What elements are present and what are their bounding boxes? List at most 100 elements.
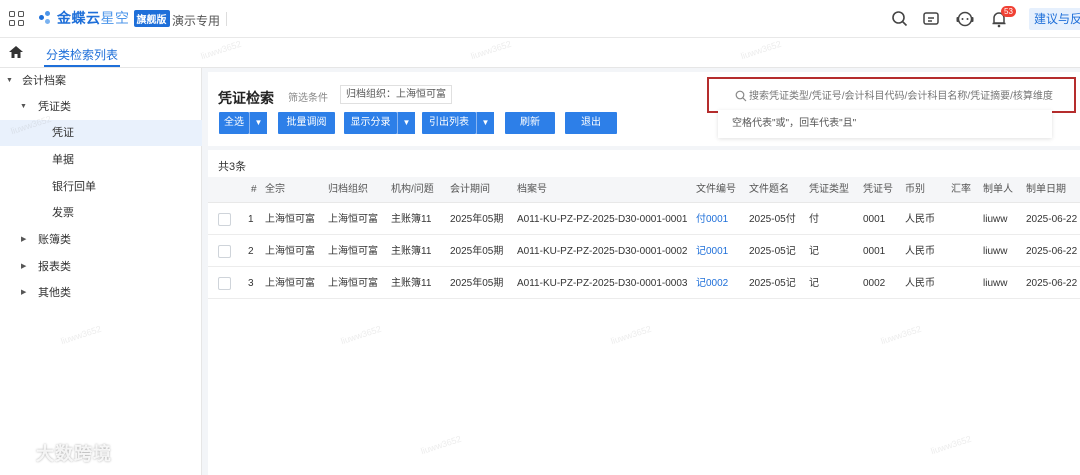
refresh-button[interactable]: 刷新 (505, 112, 555, 134)
cell-voucher-no: 0002 (863, 278, 886, 289)
table-row[interactable]: 2 上海恒可富 上海恒可富 主账簿11 2025年05期 A011-KU-PZ-… (208, 236, 1080, 267)
tree-item-invoice[interactable]: 发票 (0, 200, 202, 226)
column-header[interactable]: 制单日期 (1026, 177, 1066, 203)
tree-item-report-class[interactable]: ▶ 报表类 (0, 254, 202, 280)
caret-right-icon[interactable]: ▶ (21, 280, 26, 306)
table-row[interactable]: 3 上海恒可富 上海恒可富 主账簿11 2025年05期 A011-KU-PZ-… (208, 268, 1080, 299)
search-icon[interactable] (890, 9, 910, 29)
cell-file-no-link[interactable]: 记0002 (696, 268, 728, 299)
caret-right-icon[interactable]: ▶ (21, 227, 26, 253)
home-icon[interactable] (8, 45, 24, 59)
cell-file-no-link[interactable]: 记0001 (696, 236, 728, 267)
tree-item-other-class[interactable]: ▶ 其他类 (0, 280, 202, 306)
logo[interactable]: 金蝶云 星空 旗舰版 (38, 8, 170, 28)
cell-voucher-no: 0001 (863, 214, 886, 225)
divider (226, 12, 227, 26)
cell-index: 3 (248, 278, 254, 289)
column-header[interactable]: 归档组织 (328, 177, 368, 203)
caret-down-icon[interactable]: ▼ (6, 68, 13, 94)
tree-item-voucher-class[interactable]: ▼ 凭证类 (0, 94, 202, 120)
search-icon (735, 90, 747, 102)
column-header[interactable]: 凭证号 (863, 177, 893, 203)
message-icon[interactable] (921, 9, 941, 29)
column-header[interactable]: 机构/问题 (391, 177, 434, 203)
row-checkbox[interactable] (218, 213, 231, 226)
column-header[interactable]: 会计期间 (450, 177, 490, 203)
tab-bar: 分类检索列表 (0, 38, 1080, 68)
caret-right-icon[interactable]: ▶ (21, 254, 26, 280)
tree-item-label: 银行回单 (52, 181, 96, 193)
edition-badge: 旗舰版 (133, 9, 170, 27)
column-header[interactable]: 制单人 (983, 177, 1013, 203)
cell-fonds: 上海恒可富 (265, 246, 315, 257)
cell-archive-org: 上海恒可富 (328, 246, 378, 257)
select-all-button[interactable]: 全选 (219, 112, 249, 134)
column-header[interactable]: 全宗 (265, 177, 285, 203)
cell-archive-no: A011-KU-PZ-PZ-2025-D30-0001-0001 (517, 214, 688, 225)
tab-classified-search[interactable]: 分类检索列表 (46, 46, 118, 63)
suggestion-button[interactable]: 建议与反 (1029, 8, 1080, 30)
tree-item-label: 单据 (52, 154, 74, 166)
top-bar: 金蝶云 星空 旗舰版 演示专用 53 建议与反 (0, 0, 1080, 38)
column-header[interactable]: 文件题名 (749, 177, 789, 203)
sidebar-tree: ▼ 会计档案 ▼ 凭证类 凭证 单据 银行回单 发票 ▶ 账簿类 ▶ 报表类 ▶… (0, 68, 202, 475)
tree-item-document[interactable]: 单据 (0, 147, 202, 173)
filter-tag[interactable]: 归档组织：上海恒可富 (340, 85, 452, 104)
cell-date: 2025-06-22 (1026, 278, 1078, 289)
row-checkbox[interactable] (218, 277, 231, 290)
column-header[interactable]: 币别 (905, 177, 925, 203)
cell-voucher-type: 记 (809, 246, 819, 257)
cell-currency: 人民币 (905, 278, 935, 289)
result-panel: 共3条 # 全宗 归档组织 机构/问题 会计期间 档案号 文件编号 文件题名 凭… (208, 150, 1080, 475)
customer-service-icon[interactable] (955, 9, 975, 29)
select-all-dropdown-icon[interactable]: ▼ (249, 112, 267, 134)
record-count: 共3条 (218, 161, 247, 173)
cell-institution: 主账簿11 (391, 214, 432, 225)
tree-item-accounting-archive[interactable]: ▼ 会计档案 (0, 68, 202, 94)
logo-brand: 金蝶云 (57, 10, 101, 26)
apps-grid-icon[interactable] (9, 11, 24, 26)
column-header[interactable]: 凭证类型 (809, 177, 849, 203)
cell-file-title: 2025-05付 (749, 214, 796, 225)
column-header[interactable]: 文件编号 (696, 177, 736, 203)
search-input[interactable] (749, 87, 1069, 105)
cell-period: 2025年05期 (450, 246, 504, 257)
tree-item-ledger-class[interactable]: ▶ 账簿类 (0, 227, 202, 253)
cell-archive-org: 上海恒可富 (328, 278, 378, 289)
cell-date: 2025-06-22 (1026, 214, 1078, 225)
column-header[interactable]: 档案号 (517, 177, 547, 203)
page-title: 凭证检索 (218, 90, 274, 106)
search-hint-popup: 空格代表"或"，回车代表"且" (718, 110, 1052, 138)
export-list-button[interactable]: 引出列表 (422, 112, 476, 134)
batch-view-button[interactable]: 批量调阅 (278, 112, 335, 134)
tree-item-label: 凭证 (52, 127, 74, 139)
table-header: # 全宗 归档组织 机构/问题 会计期间 档案号 文件编号 文件题名 凭证类型 … (208, 177, 1080, 203)
logo-mark-icon (38, 10, 54, 26)
row-checkbox[interactable] (218, 245, 231, 258)
cell-currency: 人民币 (905, 214, 935, 225)
watermark-logo-icon (10, 447, 30, 459)
tree-item-label: 发票 (52, 207, 74, 219)
show-entries-dropdown-icon[interactable]: ▼ (397, 112, 415, 134)
exit-button[interactable]: 退出 (565, 112, 617, 134)
search-box (707, 77, 1076, 113)
cell-date: 2025-06-22 (1026, 246, 1078, 257)
cell-institution: 主账簿11 (391, 278, 432, 289)
export-list-dropdown-icon[interactable]: ▼ (476, 112, 494, 134)
tree-item-voucher[interactable]: 凭证 (0, 120, 202, 146)
cell-file-no-link[interactable]: 付0001 (696, 204, 728, 235)
tree-item-label: 账簿类 (38, 234, 71, 246)
table-row[interactable]: 1 上海恒可富 上海恒可富 主账簿11 2025年05期 A011-KU-PZ-… (208, 204, 1080, 235)
corner-watermark-text: 大数跨境 (36, 444, 112, 464)
caret-down-icon[interactable]: ▼ (20, 94, 27, 120)
cell-currency: 人民币 (905, 246, 935, 257)
column-header[interactable]: 汇率 (951, 177, 971, 203)
tree-item-label: 报表类 (38, 261, 71, 273)
logo-product: 星空 (100, 10, 130, 26)
cell-index: 2 (248, 246, 254, 257)
show-entries-button[interactable]: 显示分录 (344, 112, 397, 134)
tree-item-label: 凭证类 (38, 101, 71, 113)
tree-item-bank-receipt[interactable]: 银行回单 (0, 174, 202, 200)
cell-creator: liuww (983, 246, 1008, 257)
cell-archive-no: A011-KU-PZ-PZ-2025-D30-0001-0003 (517, 278, 688, 289)
